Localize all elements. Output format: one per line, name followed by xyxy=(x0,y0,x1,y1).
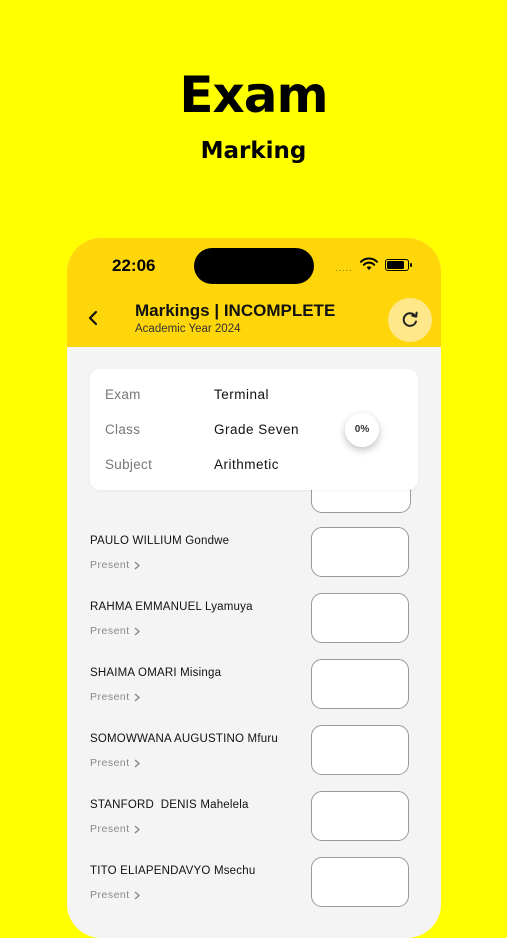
attendance-status[interactable]: Present xyxy=(90,823,140,835)
student-row: TITO ELIAPENDAVYO Msechu Present xyxy=(67,857,441,923)
attendance-status[interactable]: Present xyxy=(90,691,140,703)
signal-icon: ..... xyxy=(335,263,353,273)
status-time: 22:06 xyxy=(112,256,156,275)
attendance-label: Present xyxy=(90,757,130,769)
attendance-label: Present xyxy=(90,691,130,703)
mark-input[interactable] xyxy=(311,791,409,841)
student-row: SOMOWWANA AUGUSTINO Mfuru Present xyxy=(67,725,441,791)
exam-label: Exam xyxy=(105,387,141,402)
chevron-right-icon xyxy=(134,891,140,900)
chevron-right-icon xyxy=(134,627,140,636)
student-name: STANFORD DENIS Mahelela xyxy=(90,799,249,811)
chevron-right-icon xyxy=(134,759,140,768)
student-list[interactable]: Exam Terminal Class Grade Seven Subject … xyxy=(67,347,441,938)
exam-value: Terminal xyxy=(214,387,270,402)
mark-input[interactable] xyxy=(311,593,409,643)
chevron-right-icon xyxy=(134,561,140,570)
dynamic-island xyxy=(194,248,314,284)
page-title: Markings | INCOMPLETE xyxy=(135,301,336,320)
student-row: RAHMA EMMANUEL Lyamuya Present xyxy=(67,593,441,659)
attendance-label: Present xyxy=(90,559,130,571)
student-name: SHAIMA OMARI Misinga xyxy=(90,667,222,679)
attendance-label: Present xyxy=(90,625,130,637)
progress-indicator: 0% xyxy=(345,413,379,447)
attendance-status[interactable]: Present xyxy=(90,757,140,769)
battery-icon xyxy=(385,259,412,271)
mark-input[interactable] xyxy=(311,725,409,775)
student-name: PAULO WILLIUM Gondwe xyxy=(90,535,230,547)
attendance-status[interactable]: Present xyxy=(90,889,140,901)
student-row: SHAIMA OMARI Misinga Present xyxy=(67,659,441,725)
student-row: STANFORD DENIS Mahelela Present xyxy=(67,791,441,857)
phone-screen: 22:06 ..... Markings | INCOMPLETE Academ… xyxy=(67,238,441,938)
mark-input[interactable] xyxy=(311,527,409,577)
subject-value: Arithmetic xyxy=(214,457,280,472)
hero-title: Exam xyxy=(179,66,328,124)
attendance-label: Present xyxy=(90,889,130,901)
refresh-icon xyxy=(402,311,418,327)
student-name: SOMOWWANA AUGUSTINO Mfuru xyxy=(90,733,278,745)
wifi-icon xyxy=(360,257,378,270)
chevron-right-icon xyxy=(134,693,140,702)
app-bar: 22:06 ..... Markings | INCOMPLETE Academ… xyxy=(67,238,441,347)
student-name: TITO ELIAPENDAVYO Msechu xyxy=(90,865,256,877)
back-arrow-icon[interactable] xyxy=(87,310,99,326)
attendance-label: Present xyxy=(90,823,130,835)
chevron-right-icon xyxy=(134,825,140,834)
refresh-button[interactable] xyxy=(388,298,432,342)
class-value: Grade Seven xyxy=(214,422,300,437)
student-row: PAULO WILLIUM Gondwe Present xyxy=(67,527,441,593)
student-name: RAHMA EMMANUEL Lyamuya xyxy=(90,601,253,613)
attendance-status[interactable]: Present xyxy=(90,625,140,637)
hero-subtitle: Marking xyxy=(200,138,307,164)
page-subtitle: Academic Year 2024 xyxy=(135,323,241,335)
exam-info-card: Exam Terminal Class Grade Seven Subject … xyxy=(90,369,418,490)
class-label: Class xyxy=(105,422,141,437)
subject-label: Subject xyxy=(105,457,153,472)
attendance-status[interactable]: Present xyxy=(90,559,140,571)
mark-input[interactable] xyxy=(311,659,409,709)
